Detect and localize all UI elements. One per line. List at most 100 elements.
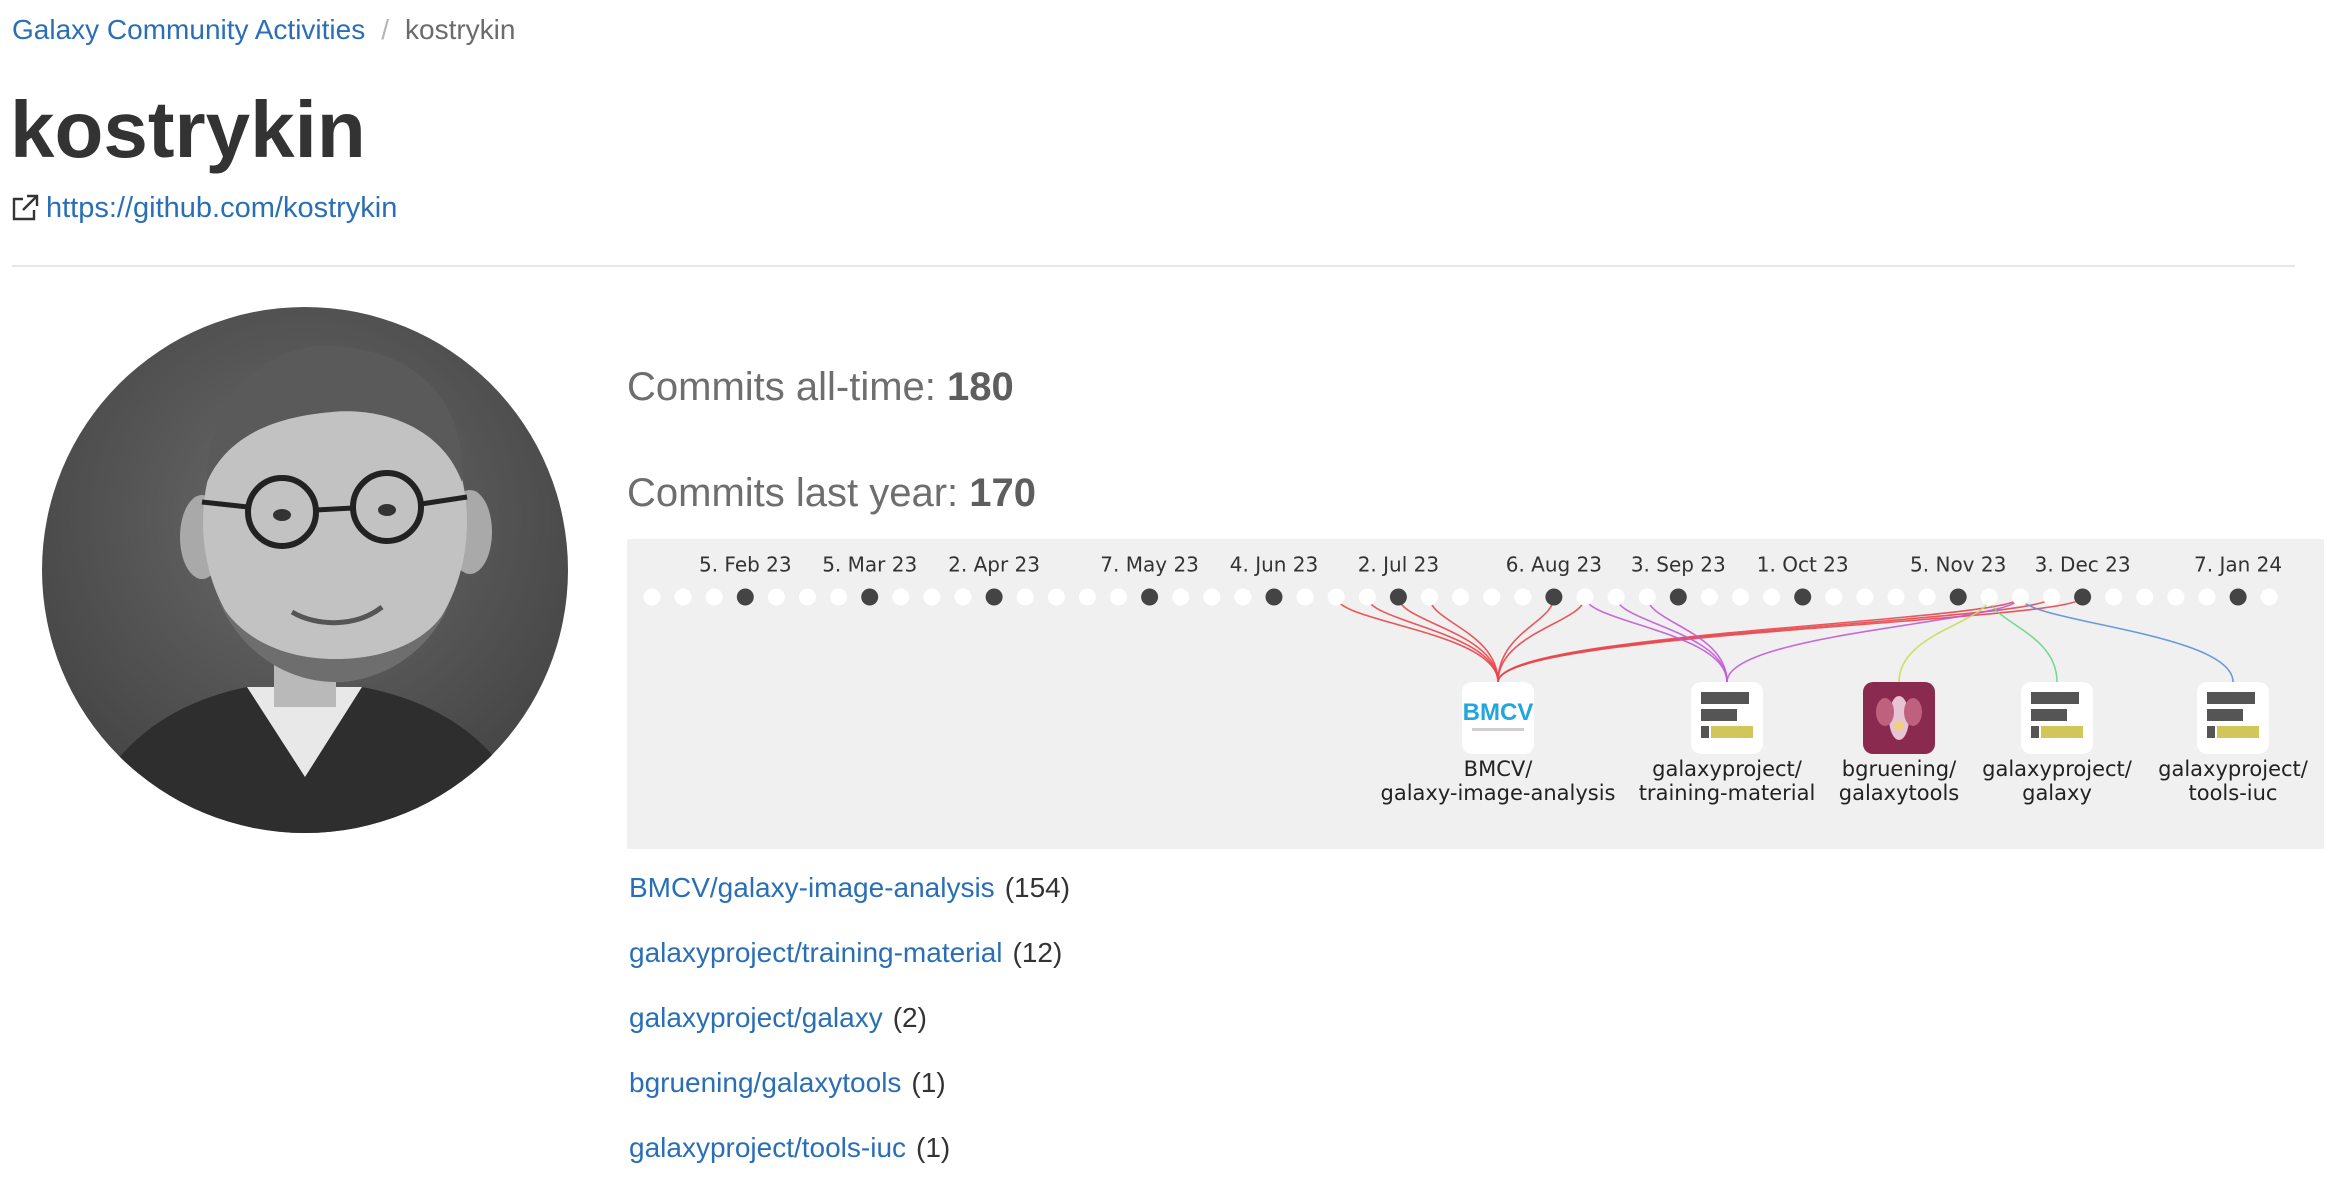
timeline-week-dot[interactable] — [1918, 588, 1936, 606]
commit-link-bmcv-galaxy-image-analysis — [1397, 596, 1499, 683]
timeline-week-dot[interactable] — [799, 588, 816, 606]
timeline-week-dot[interactable] — [1607, 588, 1625, 606]
timeline-week-dot[interactable] — [1047, 588, 1065, 606]
timeline-week-dot[interactable] — [1763, 588, 1781, 606]
commit-timeline: 5. Feb 23 5. Mar 23 2. Apr 23 7. May 23 4. J… — [627, 539, 2324, 849]
timeline-week-dot[interactable] — [1700, 588, 1718, 606]
timeline-week-dot[interactable] — [2198, 588, 2216, 606]
page-title: kostrykin — [10, 85, 366, 174]
repo-label-owner: galaxyproject/ — [2158, 757, 2308, 781]
timeline-week-dot[interactable] — [1234, 588, 1252, 606]
timeline-week-dot[interactable] — [643, 588, 661, 606]
bmcv-logo-icon: BMCV — [1463, 699, 1534, 731]
timeline-week-dot[interactable] — [1296, 588, 1314, 606]
repo-list-item: galaxyproject/tools-iuc (1) — [629, 1128, 1070, 1193]
timeline-week-dot[interactable] — [1327, 588, 1345, 606]
timeline-week-dot[interactable] — [1110, 588, 1127, 606]
timeline-week-dot[interactable] — [705, 588, 723, 606]
timeline-month-dot[interactable] — [2074, 588, 2092, 606]
repo-avatar-galaxyproject-galaxy[interactable] — [2021, 682, 2093, 754]
commit-link-bmcv-galaxy-image-analysis — [1335, 596, 1499, 683]
timeline-week-dot[interactable] — [1732, 588, 1749, 606]
github-url-link[interactable]: https://github.com/kostrykin — [46, 188, 397, 228]
timeline-month-dot[interactable] — [1949, 588, 1967, 606]
timeline-month-dot[interactable] — [2229, 588, 2247, 606]
commits-all-time-label: Commits all-time: — [627, 365, 936, 409]
repo-label-bmcv-galaxy-image-analysis: BMCV/galaxy-image-analysis — [1373, 757, 1623, 805]
timeline-week-dot[interactable] — [892, 588, 910, 606]
timeline-week-dot[interactable] — [2167, 588, 2185, 606]
timeline-week-dot[interactable] — [1483, 588, 1501, 606]
external-link-icon — [12, 194, 39, 221]
timeline-week-dot[interactable] — [674, 588, 692, 606]
repo-link[interactable]: BMCV/galaxy-image-analysis — [629, 872, 995, 903]
timeline-week-dot[interactable] — [1856, 588, 1874, 606]
timeline-week-dot[interactable] — [2136, 588, 2154, 606]
repo-label-owner: BMCV/ — [1463, 757, 1533, 781]
timeline-month-dot[interactable] — [1141, 588, 1159, 606]
repo-link[interactable]: galaxyproject/tools-iuc — [629, 1132, 906, 1163]
timeline-week-dot[interactable] — [954, 588, 972, 606]
timeline-week-dot[interactable] — [1016, 588, 1034, 606]
commits-last-year-label: Commits last year: — [627, 471, 959, 515]
commits-all-time-value: 180 — [947, 365, 1014, 409]
avatar — [42, 307, 568, 833]
timeline-week-dot[interactable] — [1203, 588, 1221, 606]
breadcrumb-parent-link[interactable]: Galaxy Community Activities — [12, 14, 365, 45]
timeline-week-dot[interactable] — [1576, 588, 1594, 606]
timeline-month-dot[interactable] — [736, 588, 754, 606]
commit-link-galaxyproject-training-material — [1584, 596, 1728, 683]
person-portrait-icon — [42, 307, 568, 833]
timeline-month-label: 5. Nov 23 — [1910, 553, 2006, 577]
timeline-month-dot[interactable] — [1669, 588, 1687, 606]
timeline-week-dot[interactable] — [2043, 588, 2060, 606]
repo-list-item: BMCV/galaxy-image-analysis (154) — [629, 868, 1070, 933]
timeline-month-dot[interactable] — [1794, 588, 1812, 606]
repo-avatar-galaxyproject-tools-iuc[interactable] — [2197, 682, 2269, 754]
commit-link-galaxyproject-tools-iuc — [2019, 596, 2234, 683]
repo-link[interactable]: bgruening/galaxytools — [629, 1067, 901, 1098]
timeline-month-dot[interactable] — [1545, 588, 1563, 606]
galaxy-logo-icon — [2031, 692, 2083, 738]
timeline-week-dot[interactable] — [1638, 588, 1656, 606]
timeline-week-dot[interactable] — [923, 588, 941, 606]
timeline-week-dot[interactable] — [2011, 588, 2029, 606]
timeline-week-dot[interactable] — [830, 588, 848, 606]
svg-text:BMCV: BMCV — [1463, 699, 1534, 726]
repo-link[interactable]: galaxyproject/galaxy — [629, 1002, 883, 1033]
repo-label-name: galaxy-image-analysis — [1380, 781, 1616, 805]
timeline-week-dot[interactable] — [1980, 588, 1998, 606]
timeline-month-dot[interactable] — [1389, 588, 1407, 606]
timeline-month-dot[interactable] — [985, 588, 1003, 606]
timeline-week-dot[interactable] — [1825, 588, 1843, 606]
repo-commit-count: (1) — [916, 1132, 951, 1163]
timeline-month-dot[interactable] — [861, 588, 879, 606]
galaxy-logo-icon — [2207, 692, 2259, 738]
timeline-week-dot[interactable] — [1358, 588, 1376, 606]
breadcrumb-current: kostrykin — [405, 14, 516, 45]
timeline-week-dot[interactable] — [1421, 588, 1438, 606]
timeline-week-dot[interactable] — [1078, 588, 1096, 606]
timeline-month-label: 3. Dec 23 — [2035, 553, 2131, 577]
timeline-month-label: 5. Mar 23 — [822, 553, 917, 577]
timeline-week-dot[interactable] — [1172, 588, 1190, 606]
repo-avatar-bgruening-galaxytools[interactable] — [1863, 682, 1935, 754]
github-profile-link: https://github.com/kostrykin — [10, 188, 397, 228]
timeline-month-dot[interactable] — [1265, 588, 1283, 606]
timeline-week-dot[interactable] — [767, 588, 785, 606]
timeline-week-dot[interactable] — [2260, 588, 2278, 606]
timeline-week-dot[interactable] — [1514, 588, 1532, 606]
timeline-week-dot[interactable] — [1887, 588, 1905, 606]
repo-list-item: galaxyproject/training-material (12) — [629, 933, 1070, 998]
commits-all-time: Commits all-time: 180 — [627, 357, 1014, 417]
repo-list-item: bgruening/galaxytools (1) — [629, 1063, 1070, 1128]
repo-avatar-galaxyproject-training-material[interactable] — [1691, 682, 1763, 754]
repo-commit-count: (1) — [911, 1067, 946, 1098]
repo-avatar-bmcv-galaxy-image-analysis[interactable]: BMCV — [1462, 682, 1534, 754]
profile-page: Galaxy Community Activities / kostrykin ko… — [0, 0, 2333, 1181]
repo-commit-count: (12) — [1012, 937, 1063, 968]
timeline-week-dot[interactable] — [1452, 588, 1470, 606]
timeline-month-label: 5. Feb 23 — [699, 553, 792, 577]
timeline-week-dot[interactable] — [2105, 588, 2123, 606]
repo-link[interactable]: galaxyproject/training-material — [629, 937, 1003, 968]
